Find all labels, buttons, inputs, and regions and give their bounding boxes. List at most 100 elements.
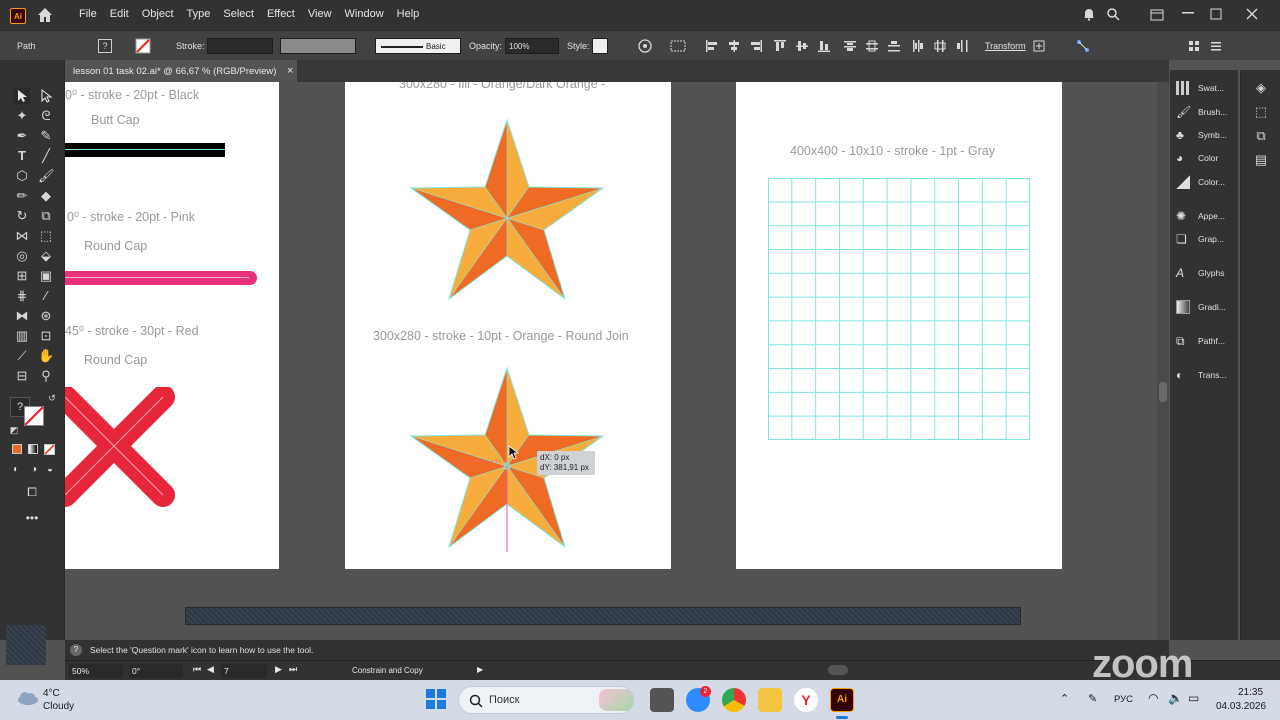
- rotation-dropdown[interactable]: 0°: [129, 664, 183, 678]
- panel-appearance[interactable]: ✺ Appe...: [1176, 206, 1225, 226]
- black-stroke-line[interactable]: [65, 143, 225, 157]
- stroke-weight-field[interactable]: [207, 38, 273, 54]
- default-colors-icon[interactable]: ◩: [6, 422, 22, 438]
- align-middle-icon[interactable]: [795, 39, 809, 53]
- artboard-right[interactable]: 400x400 - 10x10 - stroke - 1pt - Gray: [736, 82, 1062, 569]
- panel-brushes[interactable]: 🖌 Brush...: [1176, 102, 1227, 122]
- panel-transparency[interactable]: ◐ Trans...: [1176, 365, 1227, 385]
- artboards-icon[interactable]: ⬚: [1253, 104, 1269, 120]
- gradient-mode-icon[interactable]: [28, 444, 38, 454]
- distribute-center-icon[interactable]: [865, 39, 879, 53]
- asset-export-icon[interactable]: ▤: [1253, 152, 1269, 168]
- none-mode-icon[interactable]: [44, 444, 55, 455]
- close-tab-icon[interactable]: ×: [287, 65, 293, 77]
- recolor-artwork-icon[interactable]: [638, 39, 652, 53]
- next-artboard-icon[interactable]: ▶: [275, 664, 282, 675]
- minimize-icon[interactable]: [1182, 12, 1194, 14]
- paintbrush-tool-icon[interactable]: 🖌: [38, 168, 55, 184]
- extensions-icon[interactable]: [1106, 7, 1120, 21]
- zoom-level-dropdown[interactable]: 50%: [69, 664, 123, 678]
- rotate-view-tool-icon[interactable]: ⊟: [14, 368, 30, 384]
- draw-inside-icon[interactable]: ◒: [42, 462, 58, 478]
- swap-fill-stroke-icon[interactable]: ↺: [44, 390, 60, 406]
- menu-type[interactable]: Type: [187, 8, 211, 20]
- edit-toolbar-icon[interactable]: •••: [24, 510, 40, 526]
- scale-tool-icon[interactable]: ⧉: [38, 208, 54, 224]
- file-explorer-icon[interactable]: [758, 688, 782, 712]
- scroll-thumb-bottom[interactable]: [828, 665, 848, 675]
- wifi-icon[interactable]: ◠: [1148, 691, 1158, 705]
- distribute-left-icon[interactable]: [911, 39, 925, 53]
- fill-swatch[interactable]: ?: [98, 39, 112, 53]
- free-transform-tool-icon[interactable]: ⬚: [38, 228, 54, 244]
- align-center-icon[interactable]: [727, 39, 741, 53]
- prev-artboard-icon[interactable]: ◀: [207, 664, 214, 675]
- shaper-tool-icon[interactable]: ✏: [14, 188, 30, 204]
- pink-stroke-line[interactable]: [65, 271, 257, 285]
- last-artboard-icon[interactable]: ⏭: [289, 664, 297, 675]
- menu-object[interactable]: Object: [142, 8, 174, 20]
- shape-builder-tool-icon[interactable]: ◎: [14, 248, 30, 264]
- polygon-tool-icon[interactable]: ⬡: [14, 168, 30, 184]
- distribute-hcenter-icon[interactable]: [933, 39, 947, 53]
- vertical-scrollbar[interactable]: [1157, 82, 1169, 640]
- panel-glyphs[interactable]: A Glyphs: [1176, 263, 1224, 283]
- direct-selection-tool-icon[interactable]: [38, 88, 54, 104]
- home-icon[interactable]: [36, 6, 54, 24]
- rectangular-grid[interactable]: [768, 178, 1030, 440]
- menu-view[interactable]: View: [308, 8, 332, 20]
- curvature-tool-icon[interactable]: ✎: [38, 128, 54, 144]
- notification-bell-icon[interactable]: [1082, 7, 1096, 21]
- layers-icon[interactable]: ◈: [1253, 80, 1269, 96]
- panel-swatches[interactable]: Swat...: [1176, 78, 1224, 98]
- zoom-tool-icon[interactable]: ⚲: [38, 368, 54, 384]
- width-tool-icon[interactable]: ⋈: [14, 228, 30, 244]
- status-menu-arrow-icon[interactable]: ▶: [477, 665, 483, 674]
- color-mode-icon[interactable]: [12, 444, 22, 454]
- brush-definition-dropdown[interactable]: Basic: [375, 38, 461, 54]
- panel-options-icon[interactable]: [1210, 40, 1222, 52]
- help-icon[interactable]: ?: [70, 644, 82, 656]
- panel-gradient[interactable]: Gradi...: [1176, 297, 1226, 317]
- panel-color-guide[interactable]: Color...: [1176, 172, 1225, 192]
- align-left-icon[interactable]: [705, 39, 719, 53]
- variable-width-profile[interactable]: [280, 38, 356, 54]
- yandex-browser-icon[interactable]: Y: [794, 688, 818, 712]
- star-fill-shape[interactable]: [409, 118, 605, 304]
- panel-symbols[interactable]: ♣ Symb...: [1176, 125, 1227, 145]
- horizontal-scrollbar[interactable]: [185, 607, 1021, 625]
- language-indicator[interactable]: РУС: [1114, 694, 1133, 705]
- taskbar-search-box[interactable]: Поиск: [458, 686, 634, 714]
- blend-tool-icon[interactable]: ⧓: [14, 308, 30, 324]
- distribute-right-icon[interactable]: [955, 39, 969, 53]
- align-to-icon[interactable]: [670, 39, 686, 53]
- column-graph-tool-icon[interactable]: ▥: [14, 328, 30, 344]
- red-x-shape[interactable]: [65, 387, 185, 507]
- pen-tool-icon[interactable]: ✒: [14, 128, 30, 144]
- eyedropper-tool-icon[interactable]: ⁄: [38, 288, 54, 304]
- perspective-grid-tool-icon[interactable]: ⋕: [14, 288, 30, 304]
- opacity-field[interactable]: 100%: [505, 38, 559, 54]
- align-right-icon[interactable]: [749, 39, 763, 53]
- battery-icon[interactable]: ▭: [1188, 691, 1199, 705]
- slice-tool-icon[interactable]: ⟋: [14, 348, 30, 364]
- screen-mode-icon[interactable]: ⧠: [24, 484, 40, 500]
- maximize-icon[interactable]: [1210, 8, 1222, 20]
- first-artboard-icon[interactable]: ⏮: [193, 664, 201, 675]
- arrange-docs-icon[interactable]: [1188, 40, 1200, 52]
- menu-effect[interactable]: Effect: [267, 8, 295, 20]
- clock-date[interactable]: 04.03.2026: [1216, 701, 1266, 712]
- live-paint-tool-icon[interactable]: ⬙: [38, 248, 54, 264]
- menu-edit[interactable]: Edit: [110, 8, 129, 20]
- gradient-tool-icon[interactable]: ▣: [38, 268, 54, 284]
- pen-tray-icon[interactable]: ✎: [1088, 692, 1097, 705]
- menu-file[interactable]: File: [79, 8, 97, 20]
- panel-color[interactable]: ◕ Color: [1176, 148, 1218, 168]
- selection-tool-icon[interactable]: [14, 88, 30, 104]
- artboard-left[interactable]: 0⁰ - stroke - 20pt - Black Butt Cap 0⁰ -…: [65, 82, 279, 569]
- magic-wand-tool-icon[interactable]: ✦: [14, 108, 30, 124]
- eraser-tool-icon[interactable]: ◆: [38, 188, 54, 204]
- menu-help[interactable]: Help: [397, 8, 420, 20]
- windows-start-icon[interactable]: [426, 689, 446, 709]
- align-top-icon[interactable]: [773, 39, 787, 53]
